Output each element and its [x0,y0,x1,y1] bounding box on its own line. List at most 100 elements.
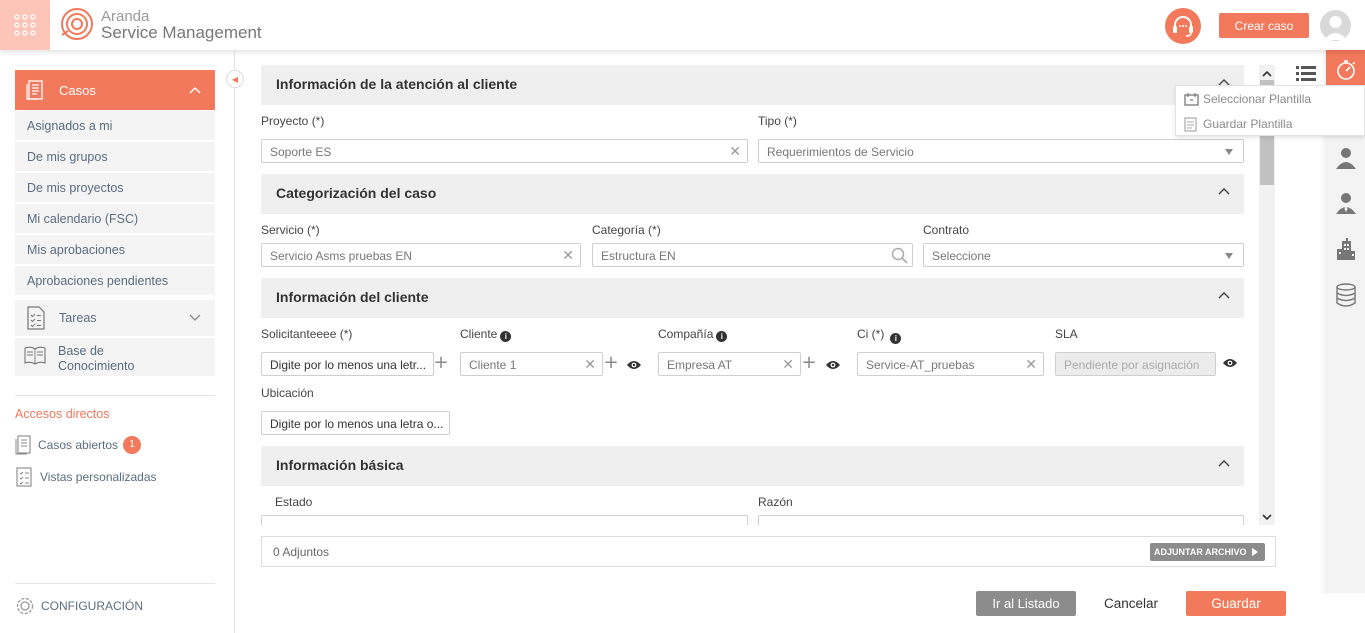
contrato-select[interactable]: Seleccione [923,243,1244,267]
clear-icon[interactable]: ✕ [729,144,741,158]
shortcut-vistas[interactable]: Vistas personalizadas [15,467,157,487]
attachments-bar: 0 Adjuntos ADJUNTAR ARCHIVO [261,536,1276,567]
gear-icon [16,597,34,615]
apps-grid-icon[interactable] [0,0,50,50]
case-form: Información de la atención al cliente Pr… [261,65,1244,525]
collapse-sidebar-button[interactable]: ◀ [226,70,244,88]
servicio-label: Servicio (*) [261,223,320,237]
sidebar-item-label: Tareas [59,311,97,325]
create-case-button[interactable]: Crear caso [1219,13,1309,38]
dropdown-caret-icon [1225,253,1233,259]
count-badge: 1 [123,436,142,454]
save-button[interactable]: Guardar [1186,591,1286,616]
eye-icon[interactable] [1222,356,1238,370]
compania-field[interactable]: Empresa AT ✕ [658,352,801,376]
chevron-up-icon [1218,292,1230,299]
cases-icon [15,435,31,455]
sidebar-item-aprobaciones-pendientes[interactable]: Aprobaciones pendientes [15,266,215,296]
support-headset-icon[interactable] [1165,8,1201,44]
add-cliente-button[interactable]: + [603,352,619,376]
page: Aranda Service Management Crear caso Cas… [0,0,1365,633]
user-tie-icon[interactable] [1335,191,1357,215]
ci-field[interactable]: Service-AT_pruebas ✕ [857,352,1044,376]
cases-icon [26,80,43,100]
solicitante-input[interactable]: Digite por lo menos una letr... [261,352,434,376]
clear-icon[interactable]: ✕ [562,248,574,262]
clear-icon[interactable]: ✕ [584,357,596,371]
proyecto-label: Proyecto (*) [261,114,325,128]
info-icon: i [500,331,512,342]
sla-value: Pendiente por asignación [1064,358,1200,372]
sidebar-item-tareas[interactable]: Tareas [15,300,215,336]
user-icon[interactable] [1335,146,1357,170]
tipo-label: Tipo (*) [758,114,797,128]
add-compania-button[interactable]: + [801,352,817,376]
categoria-label: Categoría (*) [592,223,661,237]
cancel-button[interactable]: Cancelar [1090,591,1172,616]
estado-label: Estado [275,495,313,509]
user-avatar[interactable] [1320,10,1351,41]
section-title: Información básica [276,457,404,473]
shortcut-label: Casos abiertos [38,438,119,452]
clear-icon[interactable]: ✕ [1025,357,1037,371]
aranda-logo-icon [60,7,94,45]
timer-button[interactable] [1326,50,1365,90]
estado-field[interactable] [261,515,748,525]
compania-label: Compañía i [658,327,728,342]
solicitante-placeholder: Digite por lo menos una letr... [270,358,427,372]
info-icon: i [890,333,902,344]
sidebar-item-base-conocimiento[interactable]: Base de Conocimiento [15,338,215,376]
categoria-field[interactable]: Estructura EN [592,243,913,267]
sidebar-item-casos[interactable]: Casos [15,70,215,110]
shortcut-casos-abiertos[interactable]: Casos abiertos 1 [15,435,142,455]
select-template-item[interactable]: Seleccionar Plantilla [1176,86,1365,111]
stopwatch-icon [1336,60,1355,80]
scroll-down-icon[interactable] [1259,509,1275,525]
sidebar-item-asignados[interactable]: Asignados a mi [15,111,215,141]
section-atencion-header[interactable]: Información de la atención al cliente [261,65,1244,105]
save-template-item[interactable]: Guardar Plantilla [1176,111,1365,136]
knowledge-book-icon [24,346,46,365]
cliente-label: Cliente i [460,327,512,342]
building-icon[interactable] [1335,237,1357,261]
sidebar-item-label: Conocimiento [58,359,135,373]
sidebar-item-proyectos[interactable]: De mis proyectos [15,173,215,203]
settings-link[interactable]: CONFIGURACIÓN [15,596,143,616]
section-basica-header[interactable]: Información básica [261,446,1244,486]
section-cliente-header[interactable]: Información del cliente [261,278,1244,318]
eye-icon[interactable] [825,358,841,372]
brand-name-bottom: Service Management [101,23,262,42]
ubicacion-label: Ubicación [261,386,314,400]
section-title: Información del cliente [276,289,429,305]
servicio-field[interactable]: Servicio Asms pruebas EN ✕ [261,243,581,267]
chevron-down-icon [189,314,201,321]
attach-file-button[interactable]: ADJUNTAR ARCHIVO [1150,543,1265,561]
sidebar-item-label: Casos [59,83,96,98]
attachments-count: 0 Adjuntos [273,545,330,559]
add-solicitante-button[interactable]: + [433,352,449,376]
razon-field[interactable] [758,515,1244,525]
clear-icon[interactable]: ✕ [782,357,794,371]
scroll-up-icon[interactable] [1259,65,1275,81]
ubicacion-input[interactable]: Digite por lo menos una letra o... [261,411,450,435]
dropdown-caret-icon [1225,149,1233,155]
section-categorizacion-header[interactable]: Categorización del caso [261,174,1244,214]
cliente-value: Cliente 1 [469,358,517,372]
ci-value: Service-AT_pruebas [866,358,975,372]
eye-icon[interactable] [626,358,642,372]
sidebar-item-label: Base de [58,344,104,358]
sla-label: SLA [1055,327,1078,341]
proyecto-field[interactable]: Soporte ES ✕ [261,139,748,163]
search-icon[interactable] [891,247,908,264]
sidebar-item-grupos[interactable]: De mis grupos [15,142,215,172]
go-to-list-button[interactable]: Ir al Listado [976,591,1076,616]
play-icon [1252,548,1258,556]
cliente-field[interactable]: Cliente 1 ✕ [460,352,603,376]
sidebar-item-aprobaciones[interactable]: Mis aprobaciones [15,235,215,265]
tipo-select[interactable]: Requerimientos de Servicio [758,139,1244,163]
sidebar-item-calendario[interactable]: Mi calendario (FSC) [15,204,215,234]
shortcuts-title: Accesos directos [15,407,110,421]
tasks-icon [27,306,45,330]
list-view-icon[interactable] [1296,65,1316,83]
database-icon[interactable] [1335,283,1357,307]
